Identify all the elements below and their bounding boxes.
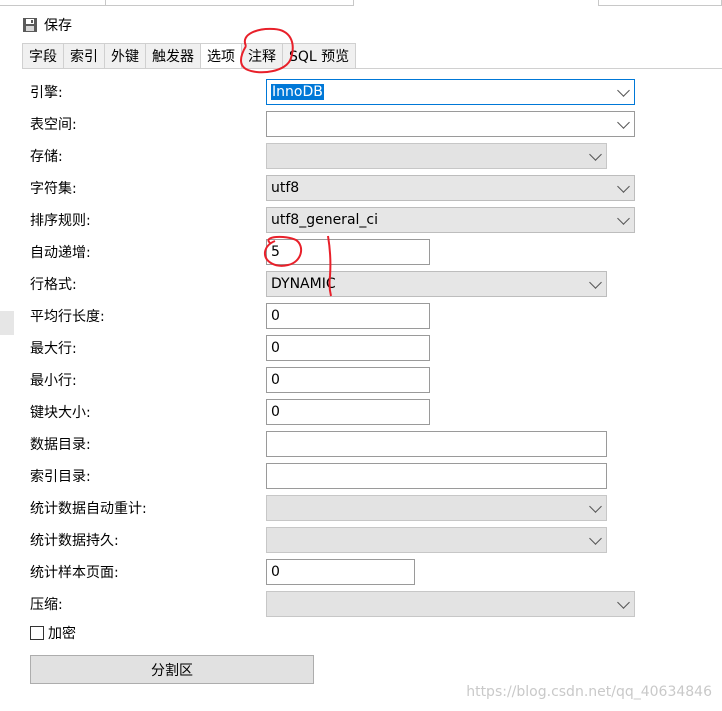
left-scroll-handle[interactable] xyxy=(0,311,14,335)
row-format-select[interactable]: DYNAMIC xyxy=(266,271,607,297)
collation-label: 排序规则: xyxy=(30,213,91,229)
encrypt-row: 加密 xyxy=(30,623,76,643)
tab-indexes[interactable]: 索引 xyxy=(63,43,105,68)
charset-value: utf8 xyxy=(271,180,300,196)
index-directory-input[interactable] xyxy=(266,463,607,489)
tab-fields[interactable]: 字段 xyxy=(22,43,64,68)
tab-triggers[interactable]: 触发器 xyxy=(145,43,201,68)
stats-sample-pages-value: 0 xyxy=(271,564,280,580)
max-rows-label: 最大行: xyxy=(30,341,77,357)
key-block-size-input[interactable]: 0 xyxy=(266,399,430,425)
chevron-down-icon[interactable] xyxy=(617,84,630,97)
avg-row-length-label: 平均行长度: xyxy=(30,309,105,325)
row-format-label: 行格式: xyxy=(30,277,77,293)
collation-select[interactable]: utf8_general_ci xyxy=(266,207,635,233)
tablespace-label: 表空间: xyxy=(30,117,77,133)
tab-bar: 字段 索引 外键 触发器 选项 注释 SQL 预览 xyxy=(22,43,357,68)
data-directory-label: 数据目录: xyxy=(30,437,91,453)
max-rows-value: 0 xyxy=(271,340,280,356)
tab-foreign-keys[interactable]: 外键 xyxy=(104,43,146,68)
stats-sample-pages-input[interactable]: 0 xyxy=(266,559,415,585)
storage-select[interactable] xyxy=(266,143,607,169)
index-directory-label: 索引目录: xyxy=(30,469,91,485)
tablespace-select[interactable] xyxy=(266,111,635,137)
engine-value: InnoDB xyxy=(271,84,324,100)
collation-value: utf8_general_ci xyxy=(271,212,378,228)
chevron-down-icon[interactable] xyxy=(589,148,602,161)
min-rows-label: 最小行: xyxy=(30,373,77,389)
tab-sql-preview[interactable]: SQL 预览 xyxy=(282,43,357,68)
storage-label: 存储: xyxy=(30,149,63,165)
watermark-text: https://blog.csdn.net/qq_40634846 xyxy=(466,684,712,700)
charset-select[interactable]: utf8 xyxy=(266,175,635,201)
encrypt-label[interactable]: 加密 xyxy=(48,623,76,643)
data-directory-input[interactable] xyxy=(266,431,607,457)
window-top-strip xyxy=(0,0,722,6)
auto-increment-value: 5 xyxy=(271,244,280,260)
top-tab-stub-3[interactable] xyxy=(598,0,722,6)
stats-auto-recalc-label: 统计数据自动重计: xyxy=(30,501,147,517)
chevron-down-icon[interactable] xyxy=(617,116,630,129)
min-rows-value: 0 xyxy=(271,372,280,388)
tab-options[interactable]: 选项 xyxy=(200,43,242,68)
chevron-down-icon[interactable] xyxy=(617,212,630,225)
chevron-down-icon[interactable] xyxy=(617,596,630,609)
tab-comment[interactable]: 注释 xyxy=(241,43,283,68)
charset-label: 字符集: xyxy=(30,181,77,197)
partition-button[interactable]: 分割区 xyxy=(30,655,314,684)
top-tab-stub-1[interactable] xyxy=(0,0,106,6)
auto-increment-label: 自动递增: xyxy=(30,245,91,261)
engine-select[interactable]: InnoDB xyxy=(266,79,635,105)
key-block-size-label: 键块大小: xyxy=(30,405,91,421)
stats-auto-recalc-select[interactable] xyxy=(266,495,607,521)
key-block-size-value: 0 xyxy=(271,404,280,420)
compression-label: 压缩: xyxy=(30,597,63,613)
save-button[interactable]: 保存 xyxy=(44,15,72,35)
min-rows-input[interactable]: 0 xyxy=(266,367,430,393)
chevron-down-icon[interactable] xyxy=(589,276,602,289)
tab-underline xyxy=(22,68,722,69)
save-icon[interactable] xyxy=(22,17,38,33)
max-rows-input[interactable]: 0 xyxy=(266,335,430,361)
compression-select[interactable] xyxy=(266,591,635,617)
stats-persistent-label: 统计数据持久: xyxy=(30,533,119,549)
row-format-value: DYNAMIC xyxy=(271,276,336,292)
avg-row-length-value: 0 xyxy=(271,308,280,324)
chevron-down-icon[interactable] xyxy=(589,532,602,545)
top-tab-stub-2[interactable] xyxy=(106,0,354,6)
chevron-down-icon[interactable] xyxy=(617,180,630,193)
encrypt-checkbox[interactable] xyxy=(30,626,44,640)
auto-increment-input[interactable]: 5 xyxy=(266,239,430,265)
stats-persistent-select[interactable] xyxy=(266,527,607,553)
stats-sample-pages-label: 统计样本页面: xyxy=(30,565,119,581)
avg-row-length-input[interactable]: 0 xyxy=(266,303,430,329)
chevron-down-icon[interactable] xyxy=(589,500,602,513)
engine-label: 引擎: xyxy=(30,85,63,101)
toolbar: 保存 xyxy=(22,10,72,40)
